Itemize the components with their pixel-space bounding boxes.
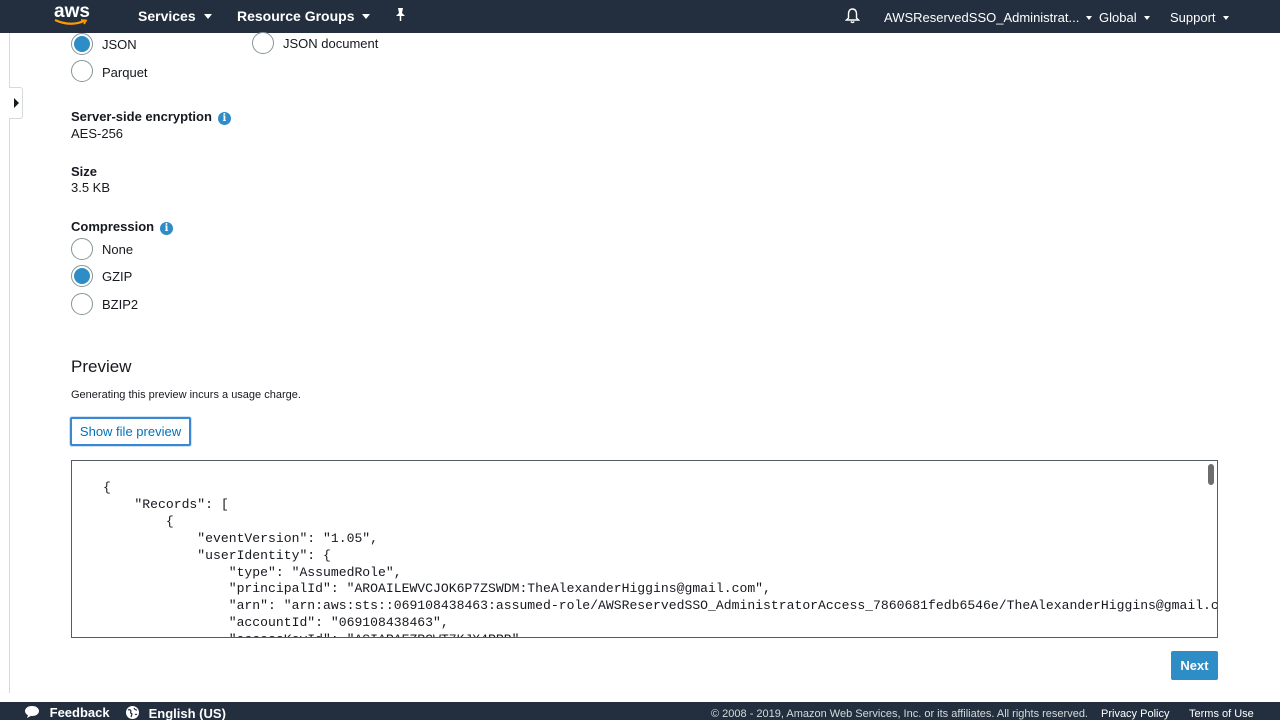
chevron-down-icon <box>1086 16 1093 20</box>
info-icon[interactable]: i <box>160 222 174 235</box>
services-menu[interactable]: Services <box>138 8 212 26</box>
speech-bubble-icon <box>25 706 39 718</box>
format-json-document-label: JSON document <box>283 36 379 51</box>
bell-icon[interactable] <box>844 7 861 25</box>
chevron-down-icon <box>203 14 212 19</box>
footer: Feedback English (US) © 2008 - 2019, Ama… <box>0 702 1280 721</box>
aws-logo[interactable]: aws <box>54 2 90 30</box>
chevron-right-icon <box>14 98 19 108</box>
region-menu[interactable]: Global <box>1099 9 1150 27</box>
compression-bzip2-radio[interactable] <box>71 293 93 315</box>
language-label: English (US) <box>148 706 226 721</box>
support-label: Support <box>1170 10 1216 25</box>
language-selector[interactable]: English (US) <box>125 705 226 721</box>
compression-gzip-label: GZIP <box>102 269 133 284</box>
format-json-document-radio[interactable] <box>252 32 274 54</box>
support-menu[interactable]: Support <box>1170 9 1229 27</box>
format-json-label: JSON <box>102 37 137 52</box>
services-label: Services <box>138 8 196 24</box>
globe-icon <box>126 706 139 719</box>
file-preview-box[interactable]: { "Records": [ { "eventVersion": "1.05",… <box>71 460 1218 638</box>
account-label: AWSReservedSSO_Administrat... <box>884 10 1080 25</box>
format-parquet-radio[interactable] <box>71 60 93 82</box>
preview-scrollbar[interactable] <box>1208 464 1214 485</box>
compression-none-radio[interactable] <box>71 238 93 260</box>
top-navigation-bar: aws Services Resource Groups AWSReserved… <box>0 0 1280 33</box>
resource-groups-menu[interactable]: Resource Groups <box>237 8 371 26</box>
feedback-label: Feedback <box>49 705 110 720</box>
privacy-policy-link[interactable]: Privacy Policy <box>1101 707 1169 721</box>
size-value: 3.5 KB <box>71 180 111 195</box>
info-icon[interactable]: i <box>217 112 231 125</box>
compression-label-text: Compression <box>71 219 155 234</box>
region-label: Global <box>1099 10 1137 25</box>
aws-smile-icon <box>54 19 88 25</box>
side-panel-rail <box>0 33 10 693</box>
preview-usage-note: Generating this preview incurs a usage c… <box>71 389 301 401</box>
compression-none-label: None <box>102 242 134 257</box>
chevron-down-icon <box>1222 16 1229 20</box>
encryption-value: AES-256 <box>71 126 124 141</box>
encryption-label-text: Server-side encryption <box>71 109 212 124</box>
chevron-down-icon <box>362 14 371 19</box>
pin-icon[interactable] <box>394 7 407 25</box>
compression-label: Compression i <box>71 219 174 235</box>
show-file-preview-button[interactable]: Show file preview <box>70 417 191 446</box>
account-menu[interactable]: AWSReservedSSO_Administrat... <box>884 9 1093 27</box>
expand-side-panel-button[interactable] <box>9 87 23 119</box>
size-label: Size <box>71 164 98 179</box>
feedback-link[interactable]: Feedback <box>24 705 110 720</box>
format-parquet-label: Parquet <box>102 65 148 80</box>
format-json-radio[interactable] <box>71 33 93 55</box>
copyright-text: © 2008 - 2019, Amazon Web Services, Inc.… <box>711 708 1088 720</box>
compression-bzip2-label: BZIP2 <box>102 297 139 312</box>
chevron-down-icon <box>1143 16 1150 20</box>
compression-gzip-radio[interactable] <box>71 265 93 287</box>
preview-heading: Preview <box>71 357 132 376</box>
encryption-label: Server-side encryption i <box>71 109 231 125</box>
resource-groups-label: Resource Groups <box>237 8 355 24</box>
terms-of-use-link[interactable]: Terms of Use <box>1189 707 1254 721</box>
next-button[interactable]: Next <box>1171 651 1218 680</box>
file-preview-content: { "Records": [ { "eventVersion": "1.05",… <box>103 480 1218 637</box>
